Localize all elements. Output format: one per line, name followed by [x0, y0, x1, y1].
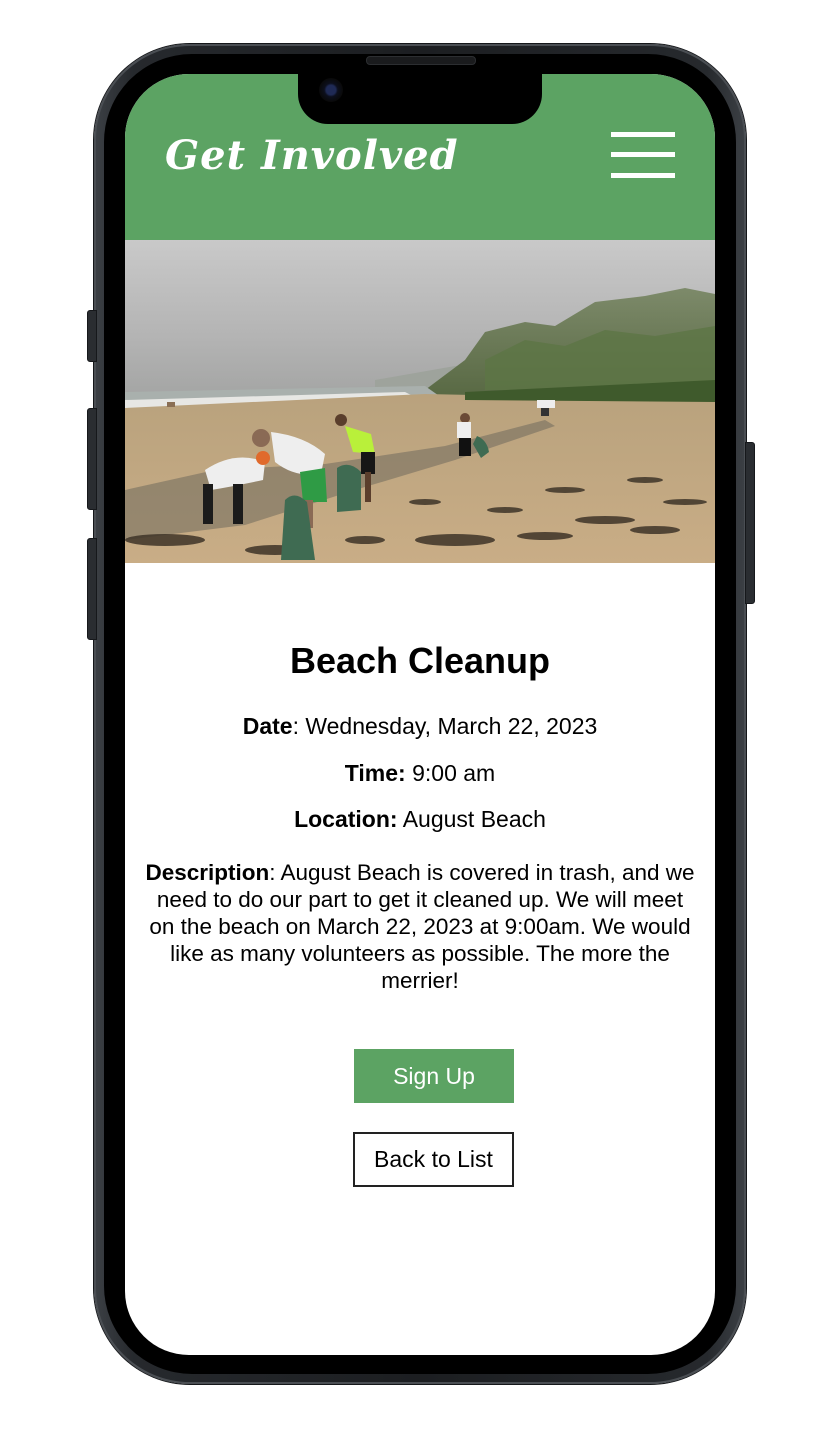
menu-line	[611, 152, 675, 157]
event-time: Time: 9:00 am	[125, 760, 715, 787]
event-date: Date: Wednesday, March 22, 2023	[125, 713, 715, 740]
time-value: 9:00 am	[405, 760, 496, 786]
volume-up-button	[87, 408, 97, 510]
event-location: Location: August Beach	[125, 806, 715, 833]
event-title: Beach Cleanup	[289, 640, 551, 681]
volume-down-button	[87, 538, 97, 640]
menu-line	[611, 132, 675, 137]
location-label: Location:	[294, 806, 398, 832]
menu-line	[611, 173, 675, 178]
phone-screen: Get Involved Beach Cleanup Date: Wednesd…	[125, 74, 715, 1355]
app-title: Get Involved	[165, 132, 459, 179]
sign-up-button[interactable]: Sign Up	[354, 1049, 514, 1103]
beach-cleanup-photo	[125, 240, 715, 563]
description-label: Description	[145, 860, 270, 885]
front-camera-icon	[319, 78, 343, 102]
date-value: : Wednesday, March 22, 2023	[292, 713, 598, 739]
back-to-list-button[interactable]: Back to List	[353, 1132, 514, 1187]
mute-switch	[87, 310, 97, 362]
date-label: Date	[242, 713, 293, 739]
device-mockup: Get Involved Beach Cleanup Date: Wednesd…	[0, 0, 828, 1442]
hamburger-menu-icon[interactable]	[609, 128, 677, 180]
event-description: Description: August Beach is covered in …	[145, 859, 695, 994]
earpiece-speaker	[366, 56, 476, 65]
time-label: Time:	[344, 760, 406, 786]
event-hero-image	[125, 240, 715, 563]
location-value: August Beach	[397, 806, 546, 832]
power-button	[745, 442, 755, 604]
